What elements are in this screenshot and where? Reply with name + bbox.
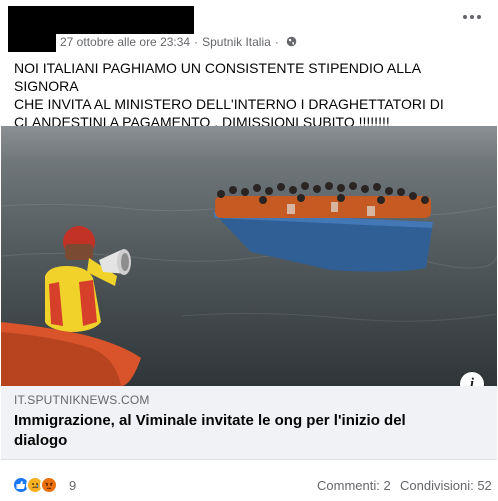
post-footer: 9 Commenti: 2 Condivisioni: 52 <box>0 470 498 498</box>
link-domain: IT.SPUTNIKNEWS.COM <box>14 393 150 407</box>
more-options-button[interactable] <box>460 10 484 24</box>
post-header: 27 ottobre alle ore 23:34 · Sputnik Italia… <box>0 0 498 56</box>
link-title[interactable]: Immigrazione, al Viminale invitate le on… <box>14 411 454 451</box>
page-name-link[interactable]: Sputnik Italia <box>202 35 271 49</box>
post-meta: 27 ottobre alle ore 23:34 · Sputnik Italia… <box>60 35 297 49</box>
globe-icon[interactable] <box>286 36 297 47</box>
link-preview-image[interactable] <box>1 126 497 386</box>
comments-count-link[interactable]: Commenti: 2 <box>317 478 391 493</box>
reaction-count[interactable]: 9 <box>69 478 76 493</box>
post-message: NOI ITALIANI PAGHIAMO UN CONSISTENTE STI… <box>14 60 444 130</box>
meta-separator: · <box>194 35 199 49</box>
facebook-post: 27 ottobre alle ore 23:34 · Sputnik Italia… <box>0 0 498 501</box>
link-preview-text[interactable]: IT.SPUTNIKNEWS.COM Immigrazione, al Vimi… <box>1 386 497 460</box>
meta-separator-2: · <box>274 35 279 49</box>
angry-icon <box>40 476 58 494</box>
shares-count-link[interactable]: Condivisioni: 52 <box>400 478 492 493</box>
more-icon <box>463 15 481 19</box>
post-timestamp[interactable]: 27 ottobre alle ore 23:34 <box>60 35 190 49</box>
redacted-avatar <box>8 28 56 52</box>
